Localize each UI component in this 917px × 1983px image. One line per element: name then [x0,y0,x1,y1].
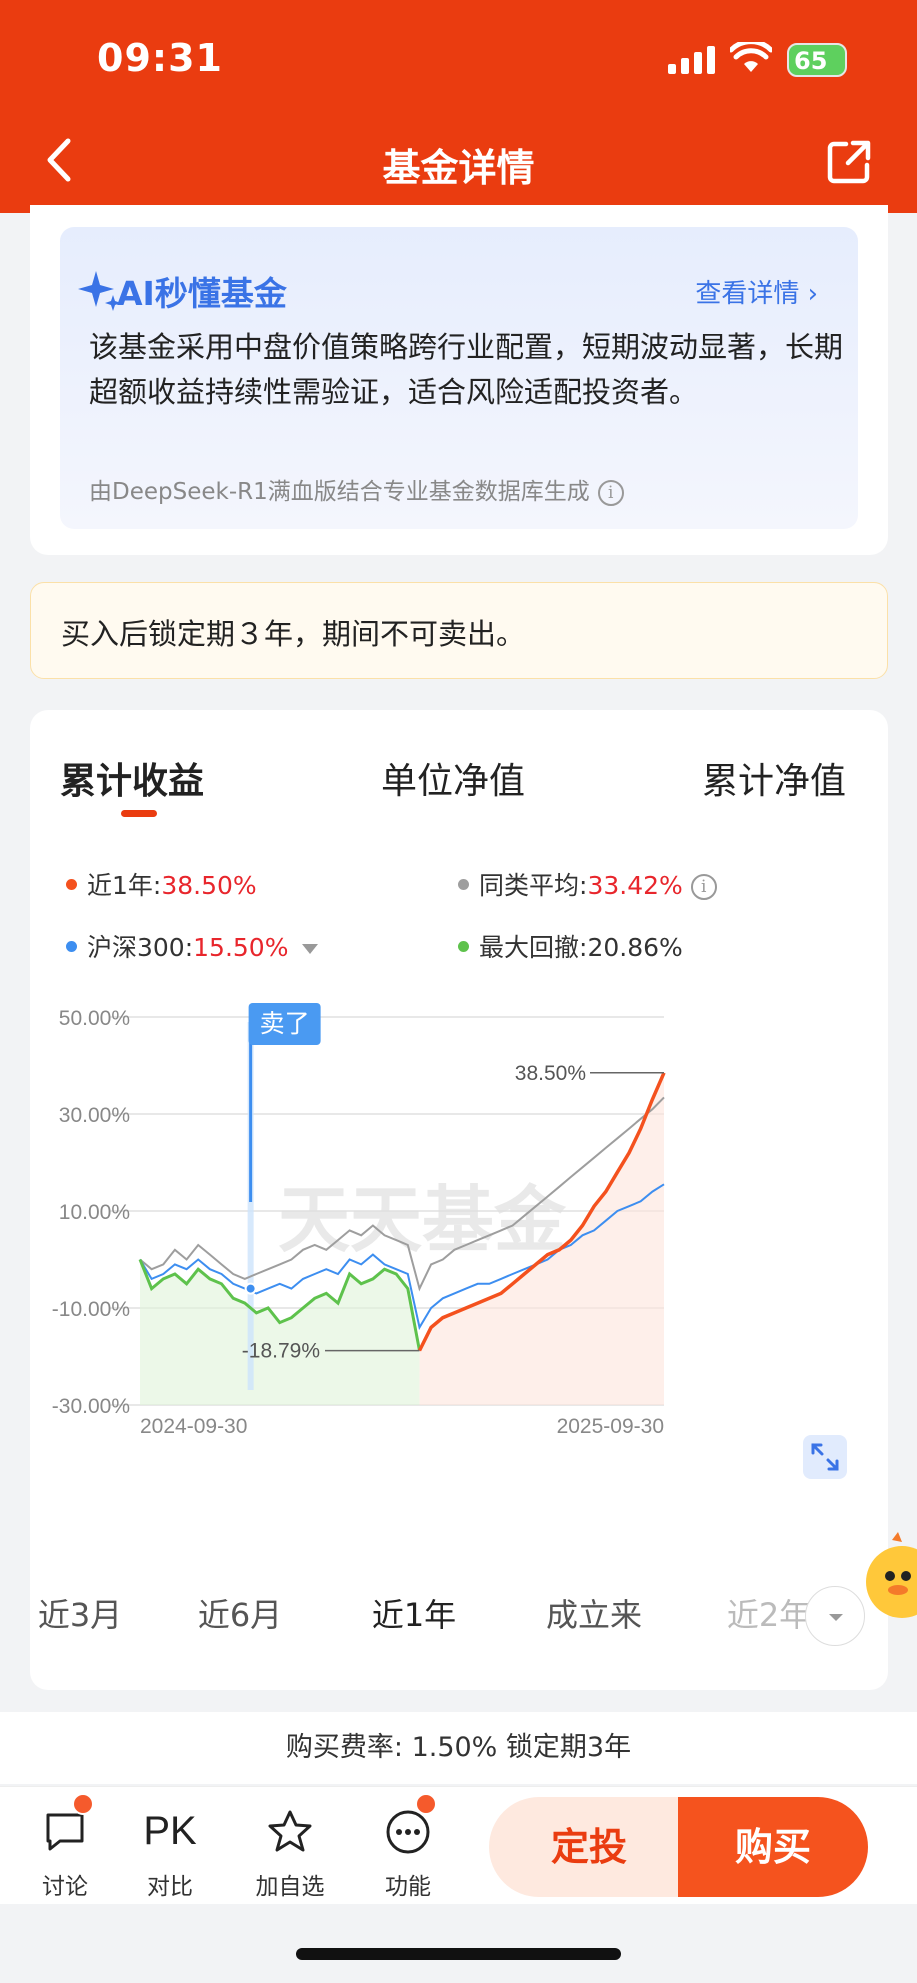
range-selector: 近3月 近6月 近1年 成立来 近2年 [30,1562,888,1669]
legend-avg-dot [458,878,469,890]
legend-drawdown-dot [458,940,469,952]
compare-button[interactable]: PK 对比 [125,1787,215,1905]
sell-point [244,1282,257,1295]
ai-summary-panel: AI秒懂基金 查看详情 › 该基金采用中盘价值策略跨行业配置，短期波动显著，长期… [60,227,858,529]
wifi-icon [730,42,772,72]
page-title: 基金详情 [382,146,535,190]
legend-index-value: 15.50% [193,933,289,962]
tab-indicator [121,810,157,817]
dropdown-caret-icon[interactable] [302,944,319,954]
performance-card: 累计收益 单位净值 累计净值 近1年:38.50% 同类平均:33.42% i 沪… [30,710,888,1690]
signal-icon [668,46,715,74]
sell-marker-stem [249,1022,253,1202]
range-more-button[interactable] [805,1586,865,1646]
add-watchlist-label: 加自选 [255,1874,325,1900]
info-icon[interactable]: i [690,874,717,900]
legend-avg: 同类平均:33.42% i [458,866,717,902]
status-time: 09:31 [97,36,223,80]
star-icon [268,1810,312,1852]
function-button[interactable]: 功能 [363,1787,453,1905]
expand-icon[interactable] [803,1435,847,1479]
battery-level: 65 [794,47,828,75]
function-label: 功能 [385,1874,431,1900]
tab-unit-nav[interactable]: 单位净值 [381,752,525,804]
tab-cumulative-nav[interactable]: 累计净值 [702,752,846,804]
legend-drawdown-label: 最大回撤: [479,933,588,962]
pk-icon: PK [143,1809,197,1853]
y-tick-label: 10.00% [59,1201,130,1224]
x-tick-label: 2025-09-30 [557,1415,664,1438]
share-icon[interactable] [826,139,872,185]
more-icon [386,1810,430,1854]
legend-index-dot [66,940,77,952]
ai-summary-card: AI秒懂基金 查看详情 › 该基金采用中盘价值策略跨行业配置，短期波动显著，长期… [30,205,888,555]
ai-source-text: 由DeepSeek-R1满血版结合专业基金数据库生成 [89,479,590,505]
ai-source-note: 由DeepSeek-R1满血版结合专业基金数据库生成 i [89,472,624,506]
range-3m[interactable]: 近3月 [20,1562,140,1669]
bottom-toolbar: 讨论 PK 对比 加自选 功能 定投 购买 [0,1786,917,1904]
add-watchlist-button[interactable]: 加自选 [245,1787,335,1905]
legend-fund: 近1年:38.50% [66,866,257,902]
lock-notice: 买入后锁定期３年，期间不可卖出。 [30,582,888,679]
min-value-label: -18.79% [242,1340,320,1363]
info-icon[interactable]: i [597,479,624,506]
y-tick-label: 50.00% [59,1007,130,1030]
legend-avg-label: 同类平均: [479,871,588,900]
legend-index[interactable]: 沪深300:15.50% [66,928,319,964]
ai-title: AI秒懂基金 [117,274,287,313]
battery-icon: 65 [787,43,847,77]
y-tick-label: -30.00% [52,1395,130,1418]
sell-marker-label: 卖了 [260,1009,310,1038]
home-indicator [296,1948,621,1960]
range-6m[interactable]: 近6月 [180,1562,300,1669]
compare-label: 对比 [147,1874,193,1900]
legend-fund-value: 38.50% [161,871,257,900]
legend-drawdown-value: 20.86% [587,933,683,962]
notification-dot [415,1793,437,1815]
return-chart[interactable]: 50.00% 30.00% 10.00% -10.00% -30.00% 2024-09-… [30,980,888,1640]
legend-fund-dot [66,878,77,890]
view-details-link[interactable]: 查看详情 › [695,273,818,310]
legend-avg-value: 33.42% [587,871,683,900]
discuss-label: 讨论 [42,1874,88,1900]
range-1y[interactable]: 近1年 [330,1562,498,1669]
range-since-inception[interactable]: 成立来 [524,1562,664,1669]
legend-fund-label: 近1年: [87,871,162,900]
watermark: 天天基金 [278,1177,567,1262]
x-tick-label: 2024-09-30 [140,1415,247,1438]
buy-button[interactable]: 购买 [678,1797,868,1897]
discuss-button[interactable]: 讨论 [20,1787,110,1905]
lock-notice-text: 买入后锁定期３年，期间不可卖出。 [61,617,526,651]
ai-description: 该基金采用中盘价值策略跨行业配置，短期波动显著，长期超额收益持续性需验证，适合风… [89,330,844,409]
app-header: 09:31 65 基金详情 [0,0,917,213]
legend-drawdown: 最大回撤:20.86% [458,928,683,964]
y-tick-label: 30.00% [59,1104,130,1127]
sparkle-icon [78,271,121,311]
fee-info: 购买费率: 1.50% 锁定期3年 [0,1712,917,1784]
mascot-icon[interactable] [862,1532,917,1620]
y-tick-label: -10.00% [52,1298,130,1321]
notification-dot [72,1793,94,1815]
end-value-label: 38.50% [515,1062,586,1085]
legend-index-label: 沪深300: [87,933,194,962]
chat-icon [46,1813,84,1851]
tab-cumulative-return[interactable]: 累计收益 [60,752,204,804]
auto-invest-button[interactable]: 定投 [489,1797,689,1897]
